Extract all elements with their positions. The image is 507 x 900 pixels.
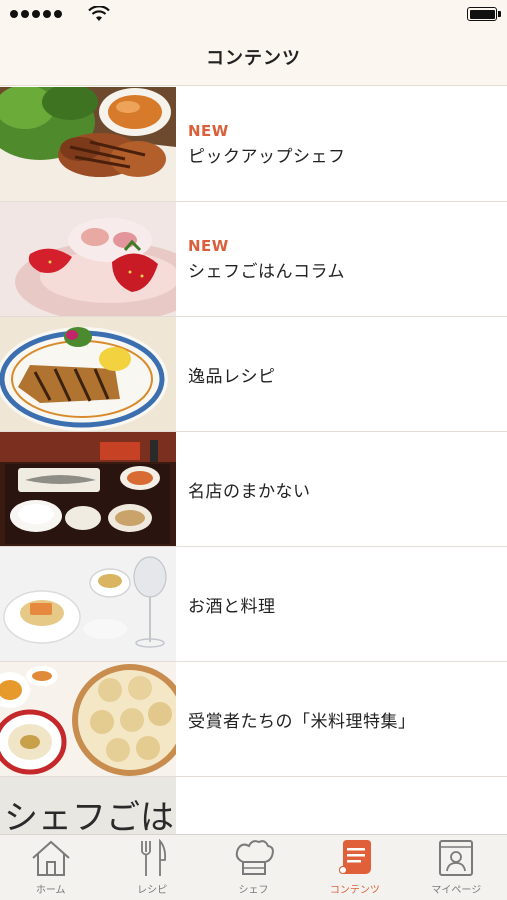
tab-recipe[interactable]: レシピ	[101, 835, 202, 900]
list-item-staff-meal[interactable]: 名店のまかない	[0, 432, 507, 547]
list-item-label: 受賞者たちの「米料理特集」	[188, 711, 416, 732]
home-icon	[32, 840, 70, 876]
list-item-rice-feature[interactable]: 受賞者たちの「米料理特集」	[0, 662, 507, 777]
grilled-meat-thumbnail	[0, 87, 176, 201]
list-item-label: お酒と料理	[188, 596, 276, 617]
profile-book-icon	[439, 840, 474, 876]
list-item-sake-and-food[interactable]: お酒と料理	[0, 547, 507, 662]
scroll-icon	[338, 840, 371, 874]
list-item-pickup-chef[interactable]: NEW ピックアップシェフ	[0, 87, 507, 202]
tab-home[interactable]: ホーム	[0, 835, 101, 900]
new-badge: NEW	[188, 121, 229, 140]
tab-label: マイページ	[431, 885, 482, 896]
tab-chef[interactable]: シェフ	[203, 835, 304, 900]
list-item-label: ピックアップシェフ	[188, 146, 346, 167]
tab-label: コンテンツ	[329, 885, 380, 896]
tab-label: シェフ	[238, 885, 269, 896]
fork-knife-icon	[141, 838, 167, 876]
tab-mypage[interactable]: マイページ	[406, 835, 507, 900]
tab-bar: ホーム レシピ シェフ コンテンツ マイページ	[0, 834, 507, 900]
japanese-set-meal-thumbnail	[0, 432, 176, 546]
chef-gohan-logo-thumbnail: シェフごはん	[0, 777, 176, 834]
wifi-icon	[88, 6, 110, 21]
list-item-chef-gohan[interactable]: シェフごはん	[0, 777, 507, 834]
tab-label: レシピ	[137, 885, 168, 896]
tab-label: ホーム	[35, 885, 66, 896]
list-item-special-recipe[interactable]: 逸品レシピ	[0, 317, 507, 432]
list-item-label: 逸品レシピ	[188, 366, 276, 387]
page-title: コンテンツ	[206, 47, 301, 69]
status-bar	[0, 0, 507, 28]
strawberry-dessert-thumbnail	[0, 202, 176, 316]
new-badge: NEW	[188, 236, 229, 255]
list-item-label: 名店のまかない	[188, 481, 311, 502]
list-item-label: シェフごはんコラム	[188, 261, 345, 282]
tab-contents[interactable]: コンテンツ	[304, 835, 405, 900]
battery-icon	[467, 7, 501, 21]
dim-sum-thumbnail	[0, 662, 176, 776]
list-item-chef-column[interactable]: NEW シェフごはんコラム	[0, 202, 507, 317]
logo-text: シェフごはん	[4, 798, 176, 834]
signal-strength-icon	[10, 10, 62, 18]
content-list[interactable]: NEW ピックアップシェフ NEW シェフごはんコラム 逸品レシピ 名店のまかな…	[0, 87, 507, 834]
navigation-bar: コンテンツ	[0, 28, 507, 86]
grilled-fish-thumbnail	[0, 317, 176, 431]
chef-hat-icon	[235, 840, 274, 875]
soup-and-wine-thumbnail	[0, 547, 176, 661]
